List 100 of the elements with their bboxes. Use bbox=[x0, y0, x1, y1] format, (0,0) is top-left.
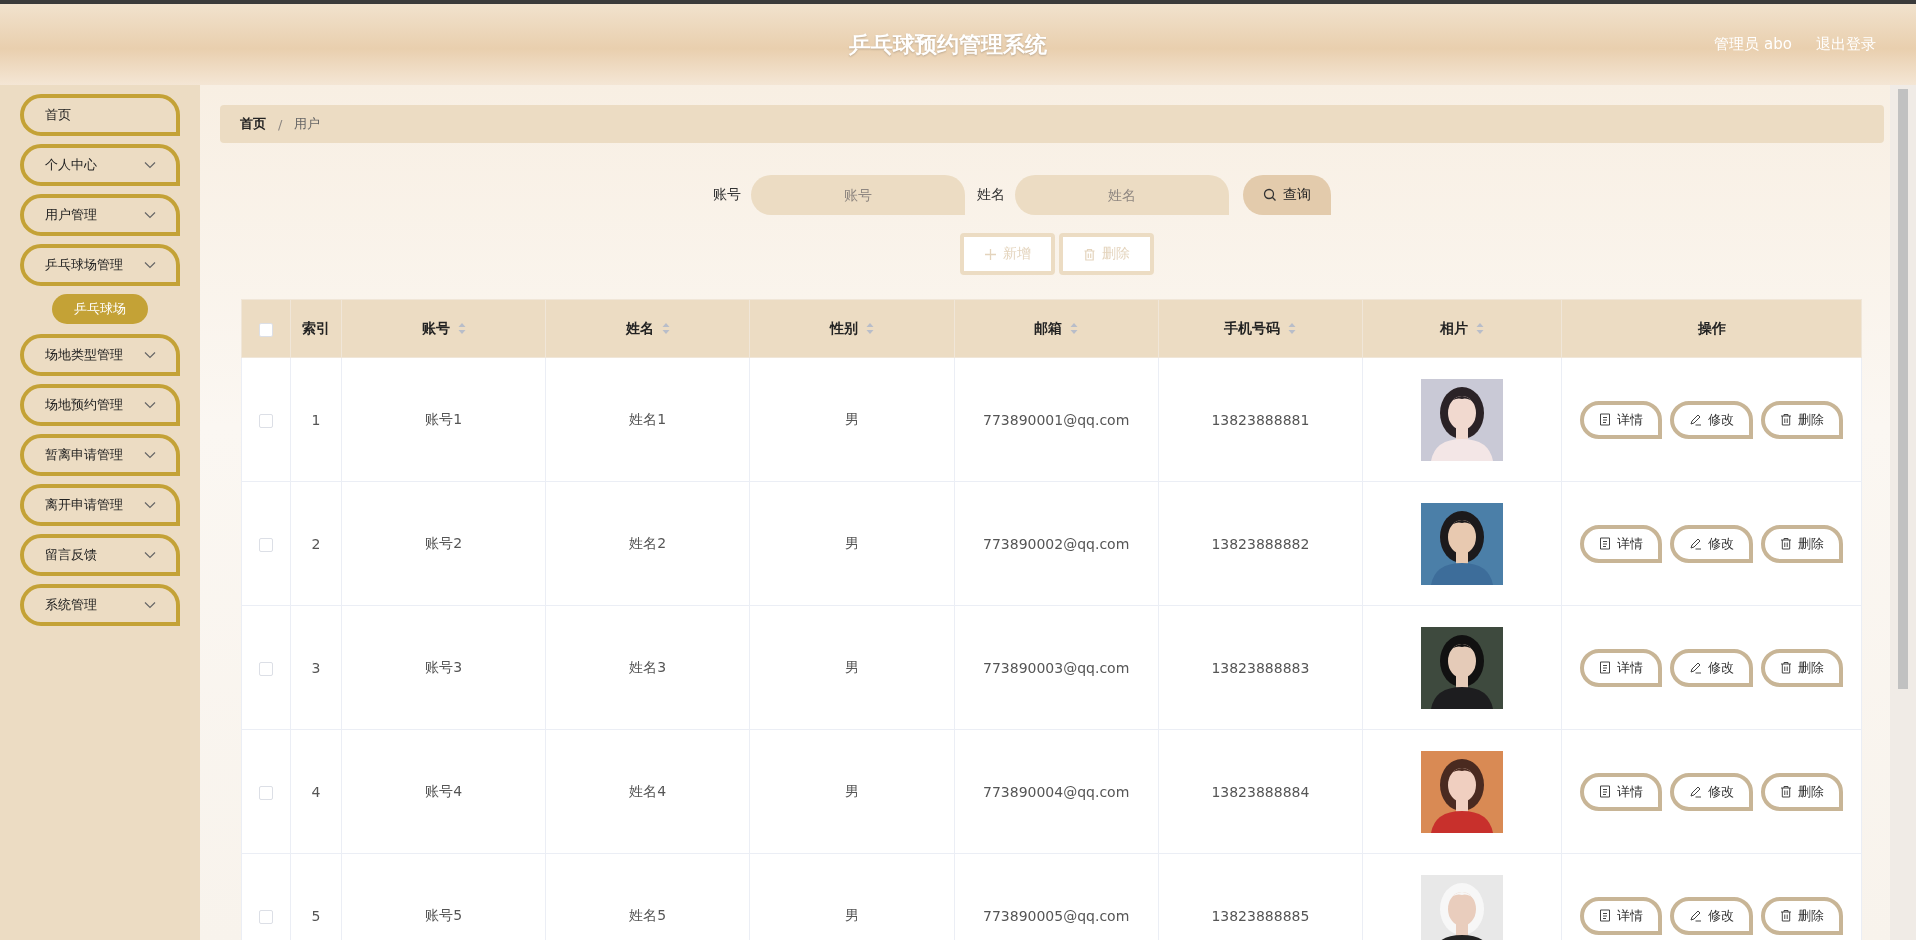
scrollbar-thumb[interactable] bbox=[1898, 89, 1908, 689]
table-cell: 账号3 bbox=[341, 605, 546, 730]
pencil-icon bbox=[1689, 537, 1702, 550]
details-button[interactable]: 详情 bbox=[1580, 648, 1662, 687]
select-all-checkbox[interactable] bbox=[259, 322, 273, 337]
pencil-icon bbox=[1689, 785, 1702, 798]
table-cell: 3 bbox=[290, 605, 342, 730]
edit-button[interactable]: 修改 bbox=[1670, 524, 1753, 563]
edit-button[interactable]: 修改 bbox=[1670, 772, 1753, 811]
column-header[interactable]: 账号 bbox=[341, 299, 546, 358]
table-cell: 男 bbox=[749, 729, 955, 854]
chevron-icon bbox=[144, 351, 156, 359]
column-header[interactable]: 邮箱 bbox=[954, 299, 1159, 358]
sort-icon bbox=[457, 322, 466, 335]
details-button[interactable]: 详情 bbox=[1580, 896, 1662, 935]
column-header[interactable]: 性别 bbox=[749, 299, 955, 358]
breadcrumb-link[interactable]: 首页 bbox=[240, 115, 266, 133]
table-cell: 2 bbox=[290, 481, 342, 606]
edit-button[interactable]: 修改 bbox=[1670, 400, 1753, 439]
details-button[interactable]: 详情 bbox=[1580, 772, 1662, 811]
row-checkbox[interactable] bbox=[259, 909, 273, 924]
chevron-icon bbox=[144, 501, 156, 509]
column-header[interactable]: 姓名 bbox=[545, 299, 750, 358]
table-cell: 账号2 bbox=[341, 481, 546, 606]
column-header: 操作 bbox=[1561, 299, 1862, 358]
chevron-icon bbox=[144, 401, 156, 409]
trash-icon bbox=[1780, 785, 1792, 798]
scrollbar[interactable] bbox=[1890, 85, 1916, 940]
document-icon bbox=[1599, 413, 1611, 426]
menu-item[interactable]: 乒乓球场管理 bbox=[20, 244, 180, 286]
sort-icon bbox=[1288, 322, 1297, 335]
breadcrumb-separator: / bbox=[278, 116, 283, 132]
pencil-icon bbox=[1689, 661, 1702, 674]
field-label: 姓名 bbox=[977, 186, 1005, 204]
document-icon bbox=[1599, 909, 1611, 922]
menu-item[interactable]: 系统管理 bbox=[20, 584, 180, 626]
pencil-icon bbox=[1689, 909, 1702, 922]
table-cell: 账号4 bbox=[341, 729, 546, 854]
search-button[interactable]: 查询 bbox=[1243, 175, 1331, 215]
table-cell: 姓名3 bbox=[545, 605, 750, 730]
user-label: 管理员 abo bbox=[1714, 35, 1792, 54]
menu-item[interactable]: 留言反馈 bbox=[20, 534, 180, 576]
trash-icon bbox=[1780, 537, 1792, 550]
document-icon bbox=[1599, 785, 1611, 798]
column-header: 索引 bbox=[290, 299, 342, 358]
document-icon bbox=[1599, 537, 1611, 550]
sort-icon bbox=[1070, 322, 1079, 335]
trash-icon bbox=[1780, 661, 1792, 674]
edit-button[interactable]: 修改 bbox=[1670, 896, 1753, 935]
chevron-icon bbox=[144, 211, 156, 219]
table-cell: 773890002@qq.com bbox=[954, 481, 1159, 606]
menu-item[interactable]: 首页 bbox=[20, 94, 180, 136]
table-cell: 1 bbox=[290, 357, 342, 482]
delete-button[interactable]: 删除 bbox=[1761, 772, 1843, 811]
table-cell: 姓名4 bbox=[545, 729, 750, 854]
row-checkbox[interactable] bbox=[259, 413, 273, 428]
menu-item[interactable]: 场地类型管理 bbox=[20, 334, 180, 376]
row-checkbox[interactable] bbox=[259, 785, 273, 800]
table-cell: 773890004@qq.com bbox=[954, 729, 1159, 854]
trash-icon bbox=[1780, 909, 1792, 922]
table-cell: 男 bbox=[749, 481, 955, 606]
row-checkbox[interactable] bbox=[259, 661, 273, 676]
menu-item[interactable]: 个人中心 bbox=[20, 144, 180, 186]
chevron-icon bbox=[144, 161, 156, 169]
row-checkbox[interactable] bbox=[259, 537, 273, 552]
table-cell: 13823888882 bbox=[1158, 481, 1363, 606]
document-icon bbox=[1599, 661, 1611, 674]
table-cell: 13823888881 bbox=[1158, 357, 1363, 482]
delete-button[interactable]: 删除 bbox=[1761, 400, 1843, 439]
column-header[interactable]: 相片 bbox=[1362, 299, 1562, 358]
table-cell: 男 bbox=[749, 605, 955, 730]
table-cell: 姓名1 bbox=[545, 357, 750, 482]
table-cell: 账号1 bbox=[341, 357, 546, 482]
menu-item[interactable]: 用户管理 bbox=[20, 194, 180, 236]
edit-button[interactable]: 修改 bbox=[1670, 648, 1753, 687]
delete-button[interactable]: 删除 bbox=[1761, 896, 1843, 935]
menu-item[interactable]: 离开申请管理 bbox=[20, 484, 180, 526]
sort-icon bbox=[865, 322, 874, 335]
sort-icon bbox=[1476, 322, 1484, 335]
field-label: 账号 bbox=[713, 186, 741, 204]
table-cell: 13823888883 bbox=[1158, 605, 1363, 730]
chevron-icon bbox=[144, 601, 156, 609]
pencil-icon bbox=[1689, 413, 1702, 426]
column-header[interactable]: 手机号码 bbox=[1158, 299, 1363, 358]
menu-item[interactable]: 场地预约管理 bbox=[20, 384, 180, 426]
table-cell: 男 bbox=[749, 357, 955, 482]
search-field[interactable]: 姓名 bbox=[1015, 175, 1229, 215]
details-button[interactable]: 详情 bbox=[1580, 400, 1662, 439]
menu-item[interactable]: 暂离申请管理 bbox=[20, 434, 180, 476]
delete-button[interactable]: 删除 bbox=[1761, 648, 1843, 687]
delete-button[interactable]: 删除 bbox=[1761, 524, 1843, 563]
details-button[interactable]: 详情 bbox=[1580, 524, 1662, 563]
chevron-icon bbox=[144, 551, 156, 559]
chevron-icon bbox=[144, 261, 156, 269]
search-field[interactable]: 账号 bbox=[751, 175, 965, 215]
table-cell: 13823888884 bbox=[1158, 729, 1363, 854]
table-cell: 773890003@qq.com bbox=[954, 605, 1159, 730]
trash-icon bbox=[1780, 413, 1792, 426]
search-icon bbox=[1263, 188, 1277, 202]
trash-icon bbox=[1083, 247, 1096, 261]
